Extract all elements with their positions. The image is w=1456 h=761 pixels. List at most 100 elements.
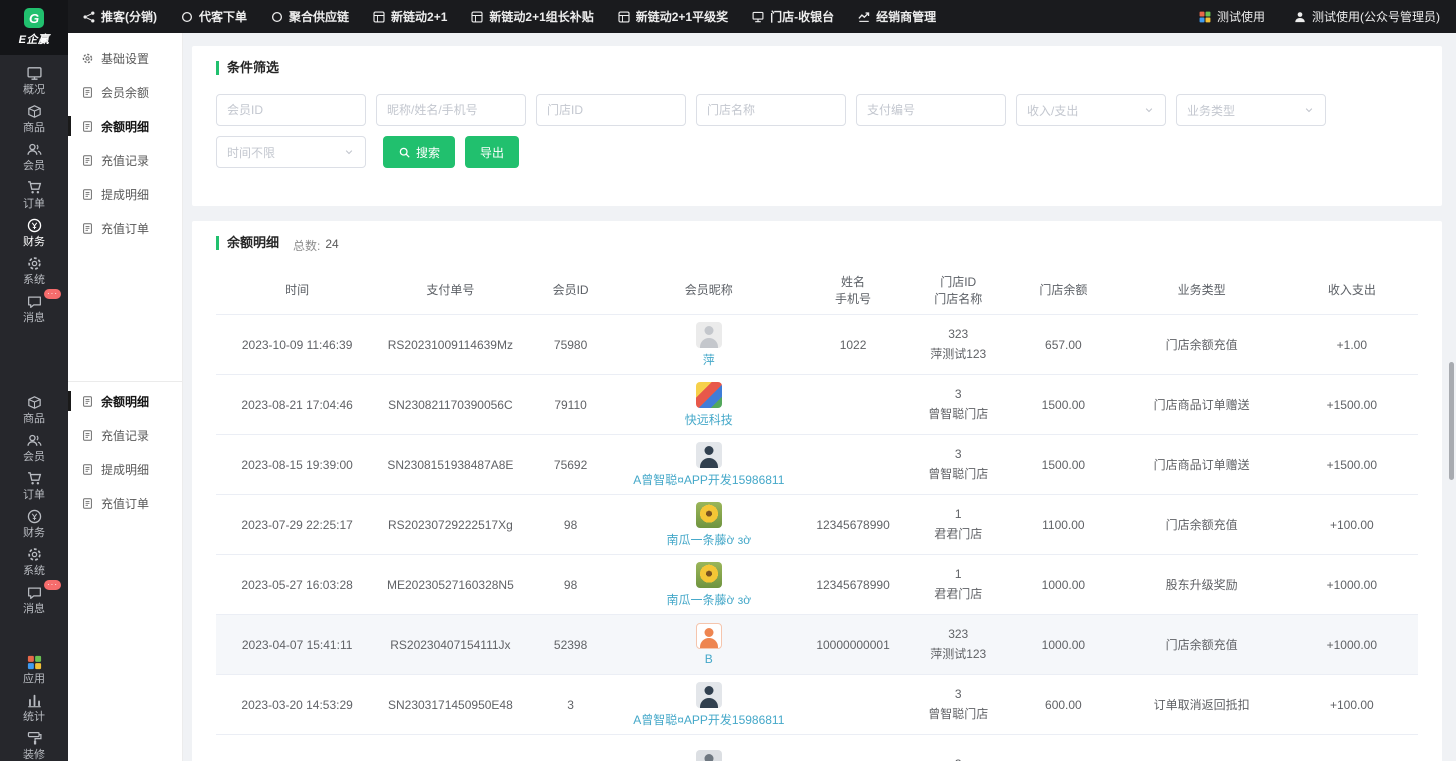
rail-item-system[interactable]: 系统 [0,542,68,580]
brand-logo[interactable]: G E企赢 [0,0,68,55]
submenu-item-label: 余额明细 [101,393,149,410]
total-label: 总数: [293,237,320,254]
topnav-item[interactable]: 聚合供应链 [270,8,349,25]
avatar-silhouette-body [700,698,718,708]
cell-nickname: A曾智聪¤APP开发15986811 [619,442,799,488]
orders-icon [26,470,43,487]
submenu-item[interactable]: 提成明细 [68,452,182,486]
filter-section-title: 条件筛选 [216,59,1418,77]
rail-item-system[interactable]: 系统 [0,251,68,289]
export-button[interactable]: 导出 [465,136,519,168]
filter-select[interactable]: 业务类型 [1176,94,1326,126]
cell-store-balance: 1100.00 [1009,518,1117,532]
submenu-item[interactable]: 充值记录 [68,418,182,452]
cell-store-balance: 1500.00 [1009,398,1117,412]
cell-member-id: 75980 [523,338,619,352]
rail-item-finance[interactable]: 财务 [0,213,68,251]
member-nickname-link[interactable]: A曾智聪¤APP开发15986811 [633,471,784,488]
topnav-right-label: 测试使用 [1217,8,1265,25]
table-section-title: 余额明细 [216,234,279,252]
column-header-line: 姓名 [841,275,865,289]
member-nickname-link[interactable]: 南瓜一条藤ờ ɜờ [667,591,752,608]
rail-item-goods[interactable]: 商品 [0,390,68,428]
topnav-item[interactable]: 新链动2+1 [372,8,447,25]
filter-input[interactable] [856,94,1006,126]
rail-item-deco[interactable]: 装修 [0,726,68,761]
member-avatar [696,682,722,708]
rail-item-orders[interactable]: 订单 [0,466,68,504]
brand-name: E企赢 [19,31,50,47]
rail-item-goods[interactable]: 商品 [0,99,68,137]
filter-input[interactable] [536,94,686,126]
submenu-item[interactable]: 余额明细 [68,109,182,143]
topnav-item[interactable]: 门店-收银台 [751,8,834,25]
filter-input[interactable] [696,94,846,126]
submenu-item[interactable]: 提成明细 [68,177,182,211]
member-avatar [696,322,722,348]
rail-item-label: 统计 [23,712,45,723]
submenu-item[interactable]: 充值订单 [68,486,182,520]
rail-item-message[interactable]: 消息··· [0,289,68,327]
cell-member-id: 98 [523,578,619,592]
search-button[interactable]: 搜索 [383,136,455,168]
cell-store: 1君君门店 [907,565,1009,603]
member-nickname-link[interactable]: 萍 [703,351,715,368]
submenu-item[interactable]: 充值订单 [68,211,182,245]
table-header-row: 时间支付单号会员ID会员昵称姓名手机号门店ID门店名称门店余额业务类型收入支出 [216,267,1418,315]
cell-time: 2023-04-07 15:41:11 [216,638,378,652]
topnav-right-item[interactable]: 测试使用(公众号管理员) [1293,8,1440,25]
cell-store: 3曾智聪门店 [907,445,1009,483]
member-nickname-link[interactable]: B [705,652,713,666]
submenu-item[interactable]: 余额明细 [68,384,182,418]
rail-item-members[interactable]: 会员 [0,137,68,175]
topnav-right-item[interactable]: 测试使用 [1198,8,1265,25]
filter-select[interactable]: 时间不限 [216,136,366,168]
column-header-line: 收入支出 [1328,283,1376,297]
member-nickname-link[interactable]: 快远科技 [685,411,733,428]
rail-item-label: 商品 [23,414,45,425]
filter-input[interactable] [376,94,526,126]
submenu-item[interactable]: 充值记录 [68,143,182,177]
rail-item-stats[interactable]: 统计 [0,688,68,726]
topnav-item[interactable]: 新链动2+1平级奖 [617,8,728,25]
cell-pay-no: SN2303171450950E48 [378,698,522,712]
rail-item-finance[interactable]: 财务 [0,504,68,542]
rail-item-message[interactable]: 消息··· [0,580,68,618]
submenu-item[interactable]: 会员余额 [68,75,182,109]
avatar-silhouette-head [704,686,713,695]
rail-item-apps[interactable]: 应用 [0,650,68,688]
cell-pay-no: RS20230729222517Xg [378,518,522,532]
topnav-item-label: 推客(分销) [101,8,157,25]
topnav-item[interactable]: 推客(分销) [82,8,157,25]
submenu-item[interactable]: 基础设置 [68,41,182,75]
rail-item-overview[interactable]: 概况 [0,61,68,99]
cell-phone: 12345678990 [799,518,907,532]
topnav-item-label: 经销商管理 [876,8,936,25]
member-avatar [696,442,722,468]
topnav-item[interactable]: 代客下单 [180,8,247,25]
cell-biz-type: 股东升级奖励 [1117,576,1285,593]
scrollbar-thumb[interactable] [1449,362,1454,480]
cell-pay-no: RS20230407154111Jx [378,638,522,652]
message-icon [26,293,43,310]
rail-item-label: 系统 [23,275,45,286]
table-row: 2023-04-07 15:41:11RS20230407154111Jx523… [216,615,1418,675]
filter-select[interactable]: 收入/支出 [1016,94,1166,126]
store-id: 1 [911,565,1005,584]
filter-input[interactable] [216,94,366,126]
rail-item-orders[interactable]: 订单 [0,175,68,213]
rail-item-members[interactable]: 会员 [0,428,68,466]
cell-biz-type: 门店余额充值 [1117,636,1285,653]
cell-amount: +1500.00 [1286,398,1418,412]
avatar-silhouette-head [704,628,713,637]
cell-nickname [619,750,799,761]
member-nickname-link[interactable]: 南瓜一条藤ờ ɜờ [667,531,752,548]
cell-store-balance: 1500.00 [1009,458,1117,472]
topnav-item[interactable]: 新链动2+1组长补贴 [470,8,593,25]
topnav-item-label: 新链动2+1平级奖 [636,8,728,25]
submenu-item-label: 充值订单 [101,220,149,237]
window-icon [617,10,631,24]
member-nickname-link[interactable]: A曾智聪¤APP开发15986811 [633,711,784,728]
topnav-item[interactable]: 经销商管理 [857,8,936,25]
apps-color-icon [26,654,43,671]
